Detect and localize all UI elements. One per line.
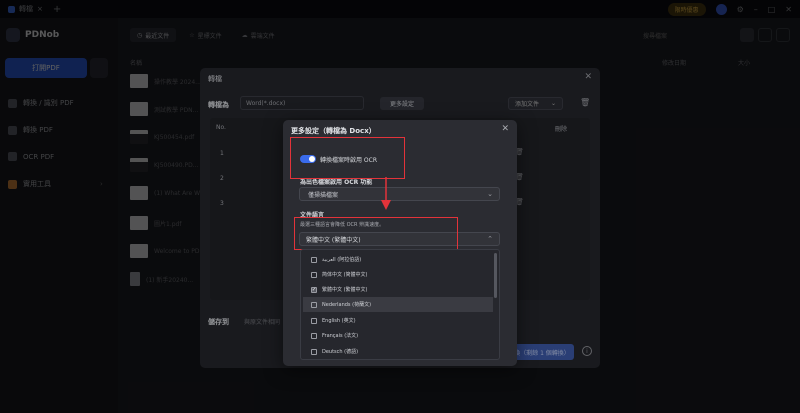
annotation-arrow-icon — [381, 177, 391, 210]
dialog-title: 更多設定（轉檔為 Docx） — [291, 127, 376, 135]
option-label: 繁體中文 (繁體中文) — [322, 287, 368, 293]
option-label: 简体中文 (简體中文) — [322, 272, 368, 278]
option-label: العربية (阿拉伯語) — [322, 257, 362, 263]
language-option-english[interactable]: English (英文) — [303, 313, 493, 328]
checkbox-checked[interactable]: ✓ — [311, 286, 317, 293]
language-option-traditional-chinese[interactable]: ✓ 繁體中文 (繁體中文) — [303, 282, 493, 297]
checkbox[interactable] — [311, 317, 317, 324]
option-label: Nederlands (荷蘭文) — [322, 302, 372, 308]
dropdown-scrollbar[interactable] — [494, 253, 497, 298]
ocr-feature-select[interactable]: 僅掃描檔案 ⌄ — [299, 187, 500, 201]
checkbox[interactable] — [311, 301, 317, 308]
option-label: Deutsch (德語) — [322, 349, 359, 355]
language-option-french[interactable]: Français (法文) — [303, 328, 493, 343]
checkbox[interactable] — [311, 271, 317, 278]
annotation-box-ocr-toggle — [290, 137, 405, 179]
checkbox[interactable] — [311, 348, 317, 355]
option-label: English (英文) — [322, 318, 356, 324]
ocr-feature-value: 僅掃描檔案 — [308, 191, 339, 199]
checkbox[interactable] — [311, 332, 317, 339]
checkbox[interactable] — [311, 256, 317, 263]
language-option-simplified-chinese[interactable]: 简体中文 (简體中文) — [303, 267, 493, 282]
option-label: Français (法文) — [322, 333, 359, 339]
chevron-down-icon: ⌄ — [487, 190, 493, 198]
chevron-up-icon: ⌃ — [487, 235, 493, 243]
language-dropdown: العربية (阿拉伯語) 简体中文 (简體中文) ✓ 繁體中文 (繁體中文) … — [300, 249, 500, 360]
close-icon[interactable]: ✕ — [501, 124, 509, 134]
language-option-dutch[interactable]: Nederlands (荷蘭文) — [303, 297, 493, 312]
annotation-box-language — [294, 217, 458, 250]
language-option-german[interactable]: Deutsch (德語) — [303, 344, 493, 359]
language-option-arabic[interactable]: العربية (阿拉伯語) — [303, 252, 493, 267]
